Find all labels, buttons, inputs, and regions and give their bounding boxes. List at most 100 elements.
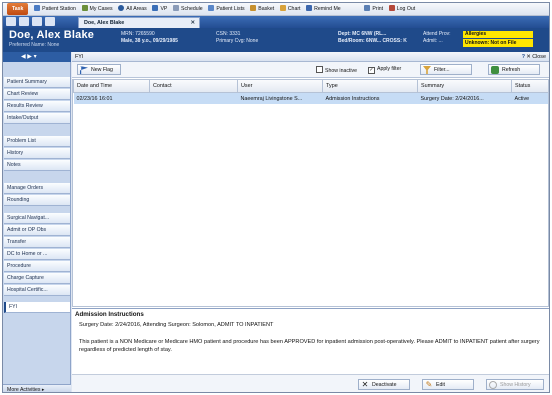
preferred-name: Preferred Name: None [9, 42, 60, 48]
menu-item-patient-lists[interactable]: Patient Lists [208, 3, 245, 15]
menu-item-basket[interactable]: Basket [250, 3, 274, 15]
show-inactive-checkbox[interactable]: Show inactive [316, 66, 357, 75]
home-tab-icon[interactable] [6, 17, 16, 26]
cell-date: 02/23/16 16:01 [73, 92, 150, 104]
patient-banner: Doe, Alex Blake Preferred Name: None MRN… [3, 28, 549, 52]
more-activities-button[interactable]: More Activities ▸ [3, 384, 71, 393]
refresh-button[interactable]: Refresh [488, 64, 540, 75]
refresh-icon [491, 66, 499, 74]
table-header-row: Date and Time Contact User Type Summary … [73, 80, 548, 93]
deactivate-x-icon: ✕ [361, 380, 369, 389]
detail-title: Admission Instructions [75, 311, 144, 318]
sidebar-item-patient-summary[interactable]: Patient Summary [4, 77, 70, 88]
new-flag-button[interactable]: New Flag [77, 64, 121, 75]
table-row[interactable]: 02/23/16 16:01 Naeemraj Livingstone S...… [73, 92, 548, 104]
checkbox-checked-icon: ✓ [368, 67, 375, 74]
patient-workspace-tab[interactable]: Doe, Alex Blake ✕ [78, 17, 200, 28]
print-icon [364, 5, 371, 11]
menu-item-my-cases[interactable]: My Cases [81, 3, 113, 15]
detail-line-surgery: Surgery Date: 2/24/2016, Attending Surge… [79, 322, 274, 328]
allergy-status[interactable]: Unknown: Not on File [463, 39, 533, 47]
sidebar-item-charge-capture[interactable]: Charge Capture [4, 273, 70, 284]
help-icon[interactable]: ? [522, 52, 525, 62]
column-header-user[interactable]: User [237, 80, 323, 93]
sidebar-item-intake-output[interactable]: Intake/Output [4, 113, 70, 124]
pencil-icon: ✎ [425, 380, 433, 389]
show-history-button[interactable]: Show History [486, 379, 544, 390]
menu-item-schedule[interactable]: Schedule [173, 3, 203, 15]
detail-action-bar: ✕ Deactivate ✎ Edit Show History [72, 374, 549, 392]
edit-button[interactable]: ✎ Edit [422, 379, 474, 390]
apply-filter-checkbox[interactable]: ✓ Apply filter [368, 66, 401, 74]
flag-detail-pane: Admission Instructions Surgery Date: 2/2… [72, 308, 549, 374]
menu-item-vp[interactable]: VP [152, 3, 167, 15]
fyi-flags-table: Date and Time Contact User Type Summary … [72, 79, 549, 307]
deactivate-button[interactable]: ✕ Deactivate [358, 379, 410, 390]
column-header-type[interactable]: Type [322, 80, 418, 93]
schedule-icon [173, 5, 180, 11]
menu-bar: Task Patient Station My Cases All Areas … [3, 3, 549, 16]
patient-lists-icon [208, 5, 215, 11]
sidebar-item-surgical-navigator[interactable]: Surgical Navigat... [4, 213, 70, 224]
workspace-tab-bar: Doe, Alex Blake ✕ [3, 16, 549, 28]
sidebar-item-problem-list[interactable]: Problem List [4, 136, 70, 147]
patient-name[interactable]: Doe, Alex Blake [9, 29, 94, 41]
flag-icon [80, 66, 88, 74]
menu-item-all-areas[interactable]: All Areas [118, 3, 147, 15]
basket-icon [250, 5, 257, 11]
remind-me-icon [306, 5, 313, 11]
sidebar-item-results-review[interactable]: Results Review [4, 101, 70, 112]
banner-provider: Attend Prov: Admit: ... [423, 31, 451, 44]
activity-sidebar: ◀ ▶ ▾ Patient Summary Chart Review Resul… [3, 52, 71, 393]
refresh-tab-icon[interactable] [45, 17, 55, 26]
cell-status: Active [511, 92, 548, 104]
fyi-activity: FYI ? ✕ Close New Flag Show inactive ✓ Ap… [72, 52, 549, 392]
column-header-status[interactable]: Status [511, 80, 548, 93]
menu-item-chart[interactable]: Chart [279, 3, 301, 15]
allergy-label[interactable]: Allergies [463, 31, 533, 38]
log-out-icon [388, 5, 395, 11]
app-menu-button[interactable]: Task [7, 3, 29, 15]
column-header-contact[interactable]: Contact [149, 80, 238, 93]
more-activities-arrow-icon: ▸ [41, 387, 45, 393]
sidebar-item-procedure[interactable]: Procedure [4, 261, 70, 272]
cell-user: Naeemraj Livingstone S... [237, 92, 323, 104]
column-header-date[interactable]: Date and Time [73, 80, 150, 93]
sidebar-item-fyi[interactable]: FYI [4, 302, 70, 313]
detail-line-admission-note: This patient is a NON Medicare or Medica… [79, 339, 540, 353]
sidebar-item-admit-op-obs[interactable]: Admit or OP Obs [4, 225, 70, 236]
banner-demographics: MRN: 7265590 Male, 38 y.o., 09/29/1985 [121, 31, 178, 44]
sidebar-item-history[interactable]: History [4, 148, 70, 159]
activity-title: FYI [75, 54, 84, 60]
areas-icon [118, 5, 125, 11]
sidebar-item-transfer[interactable]: Transfer [4, 237, 70, 248]
back-tab-icon[interactable] [19, 17, 29, 26]
vp-icon [152, 5, 159, 11]
sidebar-item-manage-orders[interactable]: Manage Orders [4, 183, 70, 194]
close-activity-button[interactable]: ✕ Close [526, 52, 546, 62]
filter-button[interactable]: Filter... [420, 64, 472, 75]
menu-item-patient-station[interactable]: Patient Station [34, 3, 76, 15]
forward-tab-icon[interactable] [32, 17, 42, 26]
cell-contact [149, 92, 238, 104]
fyi-toolbar: New Flag Show inactive ✓ Apply filter Fil… [72, 62, 549, 78]
sidebar-item-dc-to-home[interactable]: DC to Home or ... [4, 249, 70, 260]
sidebar-item-chart-review[interactable]: Chart Review [4, 89, 70, 100]
sidebar-item-notes[interactable]: Notes [4, 160, 70, 171]
sidebar-item-rounding[interactable]: Rounding [4, 195, 70, 206]
sidebar-item-hospital-certification[interactable]: Hospital Certific... [4, 285, 70, 296]
close-tab-icon[interactable]: ✕ [190, 18, 195, 28]
banner-coverage: CSN: 3331 Primary Cvg: None [216, 31, 259, 44]
menu-item-log-out[interactable]: Log Out [388, 3, 415, 15]
filter-icon [423, 66, 431, 74]
application-window: Task Patient Station My Cases All Areas … [2, 2, 550, 393]
sidebar-header: ◀ ▶ ▾ [3, 52, 71, 62]
menu-item-remind-me[interactable]: Remind Me [306, 3, 341, 15]
menu-item-print[interactable]: Print [364, 3, 383, 15]
patient-station-icon [34, 5, 41, 11]
sidebar-nav-arrows-icon[interactable]: ◀ ▶ ▾ [21, 54, 37, 60]
cases-icon [81, 5, 88, 11]
column-header-summary[interactable]: Summary [417, 80, 512, 93]
chart-icon [279, 5, 286, 11]
cell-type: Admission Instructions [322, 92, 418, 104]
